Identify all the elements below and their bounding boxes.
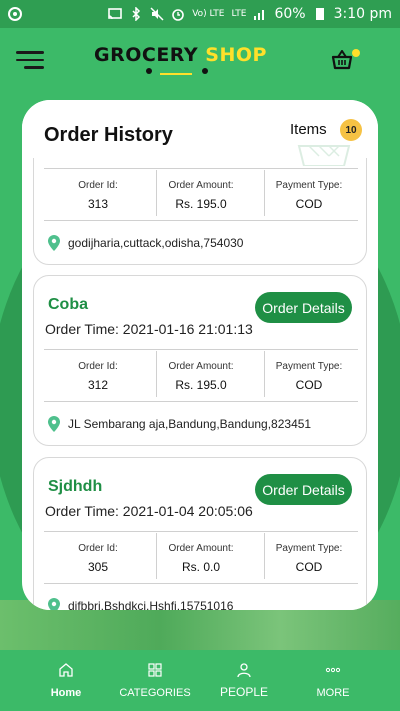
page-title: Order History — [44, 124, 173, 146]
order-list[interactable]: Order Id: 313 Order Amount: Rs. 195.0 Pa… — [22, 158, 378, 610]
order-history-panel: Order History Items 10 Order Id: 313 Ord… — [22, 100, 378, 610]
order-details-button[interactable]: Order Details — [255, 292, 352, 323]
order-address: djfbbrj,Bshdkcj,Hshfj,15751016 — [68, 599, 234, 610]
divider — [44, 401, 358, 402]
order-amount-cell: Order Amount: Rs. 0.0 — [168, 543, 234, 574]
cart-icon[interactable] — [331, 50, 353, 70]
logo-dot-right — [202, 68, 208, 74]
cart-badge — [352, 49, 360, 57]
clock: 3:10 pm — [333, 6, 392, 22]
order-card: Sjdhdh Order Details Order Time: 2021-01… — [33, 457, 367, 610]
order-id-cell: Order Id: 313 — [78, 180, 118, 211]
grid-icon — [148, 663, 162, 677]
order-time: Order Time: 2021-01-04 20:05:06 — [45, 503, 253, 519]
basket-watermark-icon — [297, 145, 351, 166]
more-icon — [325, 667, 341, 673]
app-logo: GROCERY SHOP — [94, 44, 267, 66]
order-amount-cell: Order Amount: Rs. 195.0 — [168, 180, 234, 211]
volte-indicator: Vo) LTE — [192, 8, 225, 19]
app-header: GROCERY SHOP — [0, 28, 400, 88]
nav-item-more[interactable]: MORE — [288, 662, 378, 701]
nav-item-people[interactable]: PEOPLE — [199, 662, 289, 701]
battery-icon — [315, 8, 324, 20]
menu-icon[interactable] — [16, 51, 44, 69]
home-icon — [59, 663, 73, 677]
logo-dot-left — [146, 68, 152, 74]
divider — [44, 349, 358, 350]
status-icons: Vo) LTE LTE 60% 3:10 pm — [108, 6, 392, 22]
alarm-icon — [172, 9, 184, 21]
nav-item-categories[interactable]: CATEGORIES — [110, 662, 200, 701]
order-details-button[interactable]: Order Details — [255, 474, 352, 505]
signal-icon — [254, 10, 265, 20]
person-icon — [237, 663, 251, 678]
order-id-cell: Order Id: 305 — [78, 543, 118, 574]
nav-label-home: Home — [50, 687, 82, 699]
order-address: godijharia,cuttack,odisha,754030 — [68, 236, 244, 250]
order-card: Coba Order Details Order Time: 2021-01-1… — [33, 275, 367, 446]
divider — [44, 531, 358, 532]
order-card: Order Id: 313 Order Amount: Rs. 195.0 Pa… — [33, 158, 367, 265]
customer-name: Sjdhdh — [48, 478, 103, 495]
mute-icon — [150, 7, 164, 21]
divider — [44, 168, 358, 169]
nav-label-categories: CATEGORIES — [119, 687, 191, 699]
payment-type-cell: Payment Type: COD — [275, 180, 343, 211]
order-address: JL Sembarang aja,Bandung,Bandung,823451 — [68, 417, 312, 431]
location-pin-icon — [48, 416, 60, 432]
panel-header: Order History Items 10 — [22, 100, 378, 166]
lte-indicator: LTE — [231, 8, 247, 19]
notification-icon — [8, 7, 22, 21]
location-pin-icon — [48, 598, 60, 610]
customer-name: Coba — [48, 296, 88, 313]
status-bar: Vo) LTE LTE 60% 3:10 pm — [0, 0, 400, 28]
bluetooth-icon — [132, 7, 141, 21]
nav-label-more: MORE — [316, 687, 350, 699]
location-pin-icon — [48, 235, 60, 251]
logo-word-shop: SHOP — [205, 44, 267, 66]
logo-word-grocery: GROCERY — [94, 44, 199, 66]
order-amount-cell: Order Amount: Rs. 195.0 — [168, 361, 234, 392]
nav-item-home[interactable]: Home — [21, 662, 111, 701]
bottom-navigation: Home CATEGORIES PEOPLE MORE — [0, 650, 400, 711]
cast-icon — [108, 8, 122, 20]
nav-label-people: PEOPLE — [219, 685, 269, 699]
battery-percent: 60% — [274, 6, 306, 22]
payment-type-cell: Payment Type: COD — [275, 361, 343, 392]
divider — [44, 220, 358, 221]
order-time: Order Time: 2021-01-16 21:01:13 — [45, 321, 253, 337]
order-id-cell: Order Id: 312 — [78, 361, 118, 392]
payment-type-cell: Payment Type: COD — [275, 543, 343, 574]
divider — [44, 583, 358, 584]
logo-underline — [160, 73, 192, 75]
